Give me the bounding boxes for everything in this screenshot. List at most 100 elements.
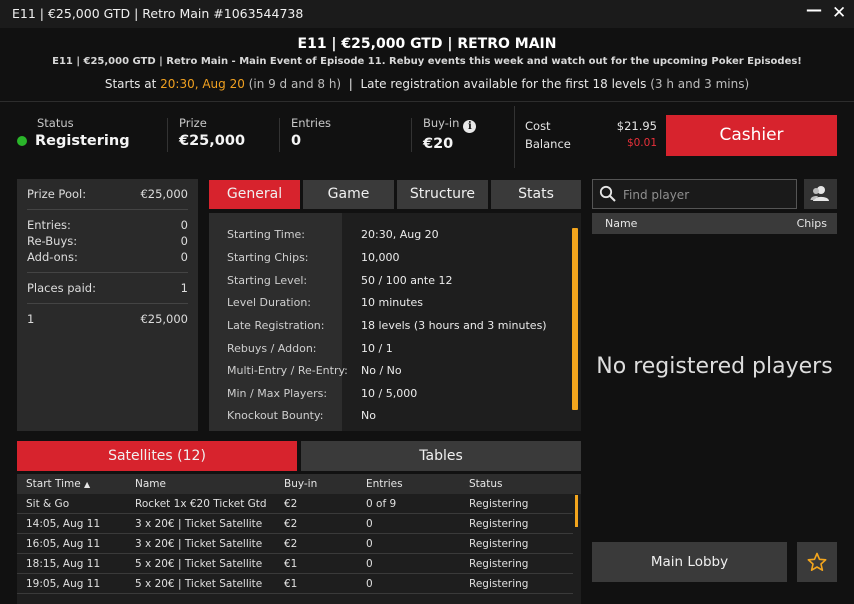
search-icon <box>599 185 616 202</box>
payout-amount: €25,000 <box>140 312 188 326</box>
table-row[interactable]: 16:05, Aug 11 3 x 20€ | Ticket Satellite… <box>17 534 573 554</box>
starts-in: (in 9 d and 8 h) <box>244 77 342 91</box>
col-buyin[interactable]: Buy-in <box>284 478 317 490</box>
tab-tables[interactable]: Tables <box>301 441 581 471</box>
table-row[interactable]: 18:15, Aug 11 5 x 20€ | Ticket Satellite… <box>17 554 573 574</box>
col-entries[interactable]: Entries <box>366 478 403 490</box>
main-lobby-button[interactable]: Main Lobby <box>592 542 787 582</box>
entries-label: Entries <box>291 116 332 130</box>
info-key: Level Duration: <box>227 296 312 309</box>
col-status[interactable]: Status <box>469 478 502 490</box>
tab-stats[interactable]: Stats <box>491 180 581 209</box>
empty-players-message: No registered players <box>596 354 833 379</box>
cell-buyin: €2 <box>284 518 298 530</box>
col-player-chips[interactable]: Chips <box>797 217 827 230</box>
cell-buyin: €1 <box>284 578 298 590</box>
divider <box>27 272 188 273</box>
status-bar: Status Registering Prize €25,000 Entries… <box>0 101 854 169</box>
info-value: 10 minutes <box>361 296 424 309</box>
cell-start-time: 18:15, Aug 11 <box>26 558 101 570</box>
divider <box>514 106 515 168</box>
rebuys-label: Re-Buys: <box>27 234 78 248</box>
start-time: 20:30, Aug 20 <box>160 77 245 91</box>
buyin-label: Buy-in <box>423 116 460 130</box>
table-row[interactable]: 19:05, Aug 11 5 x 20€ | Ticket Satellite… <box>17 574 573 594</box>
cell-entries: 0 <box>366 578 373 590</box>
info-key: Min / Max Players: <box>227 387 328 400</box>
tab-general[interactable]: General <box>209 180 300 209</box>
addons-label: Add-ons: <box>27 250 78 264</box>
window-title: E11 | €25,000 GTD | Retro Main #10635447… <box>12 6 304 21</box>
addons-value: 0 <box>180 250 188 264</box>
info-value: 10,000 <box>361 251 400 264</box>
tab-satellites[interactable]: Satellites (12) <box>17 441 297 471</box>
late-registration: Late registration available for the firs… <box>360 77 651 91</box>
cell-buyin: €2 <box>284 498 298 510</box>
tournament-description: E11 | €25,000 GTD | Retro Main - Main Ev… <box>52 56 802 67</box>
col-start-time[interactable]: Start Time ▲ <box>26 478 90 490</box>
entries-block: Entries 0 <box>291 116 331 149</box>
satellites-scrollbar[interactable] <box>575 495 578 527</box>
prize-pool-panel: Prize Pool: €25,000 Entries: 0 Re-Buys: 0 A… <box>17 179 198 431</box>
cell-status: Registering <box>469 558 529 570</box>
players-table-header: Name Chips <box>592 213 837 234</box>
info-key: Starting Level: <box>227 274 308 287</box>
tab-structure[interactable]: Structure <box>397 180 488 209</box>
prize-pool-value: €25,000 <box>140 187 188 201</box>
col-name[interactable]: Name <box>135 478 166 490</box>
find-user-button[interactable] <box>804 179 837 209</box>
prize-block: Prize €25,000 <box>179 116 245 149</box>
cost-label: Cost <box>525 119 551 133</box>
places-paid-label: Places paid: <box>27 281 96 295</box>
buyin-value: €20 <box>423 136 454 152</box>
minimize-icon[interactable]: — <box>806 0 822 19</box>
cell-entries: 0 <box>366 518 373 530</box>
tab-game[interactable]: Game <box>303 180 394 209</box>
balance-value: $0.01 <box>626 137 657 149</box>
divider <box>279 118 280 152</box>
info-value: 10 / 5,000 <box>361 387 418 400</box>
cell-name: 3 x 20€ | Ticket Satellite <box>135 538 263 550</box>
status-dot-icon <box>17 136 27 146</box>
close-icon[interactable]: ✕ <box>832 3 846 23</box>
separator: | <box>341 77 361 91</box>
cell-name: 5 x 20€ | Ticket Satellite <box>135 558 263 570</box>
general-scrollbar[interactable] <box>572 228 578 410</box>
table-header: Start Time ▲ Name Buy-in Entries Status <box>17 474 581 494</box>
table-row[interactable]: 14:05, Aug 11 3 x 20€ | Ticket Satellite… <box>17 514 573 534</box>
cell-start-time: Sit & Go <box>26 498 70 510</box>
cell-start-time: 14:05, Aug 11 <box>26 518 101 530</box>
prize-label: Prize <box>179 116 207 130</box>
status-block: Status Registering <box>17 116 130 149</box>
late-registration-time: (3 h and 3 mins) <box>650 77 750 91</box>
entries-label: Entries: <box>27 218 71 232</box>
info-key: Starting Chips: <box>227 251 309 264</box>
info-value: No / No <box>361 364 402 377</box>
info-value: 50 / 100 ante 12 <box>361 274 453 287</box>
info-key: Rebuys / Addon: <box>227 342 317 355</box>
player-search[interactable] <box>592 179 797 209</box>
col-player-name[interactable]: Name <box>605 217 637 230</box>
prize-pool-label: Prize Pool: <box>27 187 87 201</box>
divider <box>27 303 188 304</box>
table-row[interactable]: Sit & Go Rocket 1x €20 Ticket Gtd €2 0 o… <box>17 494 573 514</box>
info-value: No <box>361 409 376 422</box>
divider <box>411 118 412 152</box>
status-label: Status <box>37 116 74 130</box>
favorite-button[interactable] <box>797 542 837 582</box>
info-key: Multi-Entry / Re-Entry: <box>227 364 348 377</box>
prize-value: €25,000 <box>179 133 246 149</box>
info-icon[interactable]: i <box>463 120 477 133</box>
general-info-panel: Starting Time: 20:30, Aug 20 Starting Chi… <box>209 213 581 431</box>
tournament-title: E11 | €25,000 GTD | RETRO MAIN <box>297 36 557 52</box>
divider <box>167 118 168 152</box>
rebuys-value: 0 <box>180 234 188 248</box>
cashier-button[interactable]: Cashier <box>666 115 837 156</box>
info-value: 18 levels (3 hours and 3 minutes) <box>361 319 547 332</box>
info-value: 10 / 1 <box>361 342 393 355</box>
cell-status: Registering <box>469 498 529 510</box>
cell-status: Registering <box>469 578 529 590</box>
cell-name: Rocket 1x €20 Ticket Gtd <box>135 498 267 510</box>
search-input[interactable] <box>623 186 791 203</box>
cell-name: 3 x 20€ | Ticket Satellite <box>135 518 263 530</box>
